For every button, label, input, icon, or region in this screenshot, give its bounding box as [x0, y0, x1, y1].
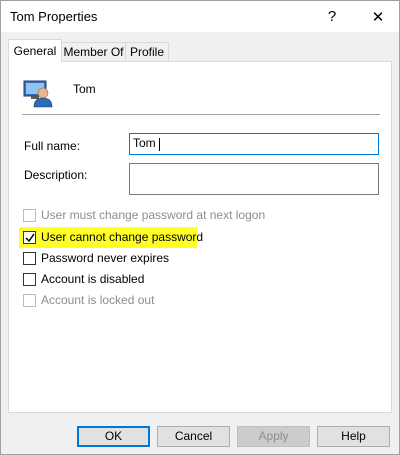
- cancel-button[interactable]: Cancel: [157, 426, 230, 447]
- description-label: Description:: [24, 168, 88, 182]
- full-name-label: Full name:: [24, 139, 81, 153]
- checkbox-box[interactable]: [23, 230, 36, 244]
- apply-button[interactable]: Apply: [237, 426, 310, 447]
- checkbox-label: Password never expires: [41, 251, 170, 265]
- tab-member-of[interactable]: Member Of: [61, 42, 126, 62]
- description-field[interactable]: [129, 163, 379, 195]
- checkbox-password-never-expires[interactable]: Password never expires: [23, 250, 169, 266]
- help-button[interactable]: Help: [317, 426, 390, 447]
- checkmark-icon: [25, 233, 35, 242]
- window-title: Tom Properties: [10, 9, 98, 24]
- checkbox-box[interactable]: [23, 208, 36, 222]
- header-divider: [22, 114, 380, 115]
- user-icon: [23, 80, 53, 108]
- close-button[interactable]: ✕: [358, 1, 398, 32]
- help-title-button[interactable]: ?: [312, 1, 352, 32]
- checkbox-must-change-password[interactable]: User must change password at next logon: [23, 207, 265, 223]
- checkbox-label: Account is locked out: [41, 293, 155, 307]
- checkbox-box[interactable]: [23, 251, 36, 265]
- general-panel: Tom Full name: Tom Description: User mus…: [8, 61, 392, 413]
- tab-general[interactable]: General: [8, 39, 62, 62]
- properties-dialog: Tom Properties ? ✕ General Member Of Pro…: [0, 0, 400, 455]
- checkbox-box[interactable]: [23, 272, 36, 286]
- checkbox-label: User must change password at next logon: [41, 208, 266, 222]
- checkbox-cannot-change-password[interactable]: User cannot change password: [23, 229, 203, 245]
- title-bar[interactable]: Tom Properties ? ✕: [1, 1, 399, 32]
- full-name-field[interactable]: Tom: [129, 133, 379, 155]
- checkbox-account-locked-out[interactable]: Account is locked out: [23, 292, 154, 308]
- checkbox-account-disabled[interactable]: Account is disabled: [23, 271, 144, 287]
- user-display-name: Tom: [73, 82, 96, 96]
- text-caret: [159, 138, 160, 151]
- tab-profile[interactable]: Profile: [125, 42, 169, 62]
- ok-button[interactable]: OK: [77, 426, 150, 447]
- checkbox-label: User cannot change password: [41, 230, 204, 244]
- checkbox-label: Account is disabled: [41, 272, 145, 286]
- full-name-value: Tom: [133, 136, 156, 150]
- checkbox-box[interactable]: [23, 293, 36, 307]
